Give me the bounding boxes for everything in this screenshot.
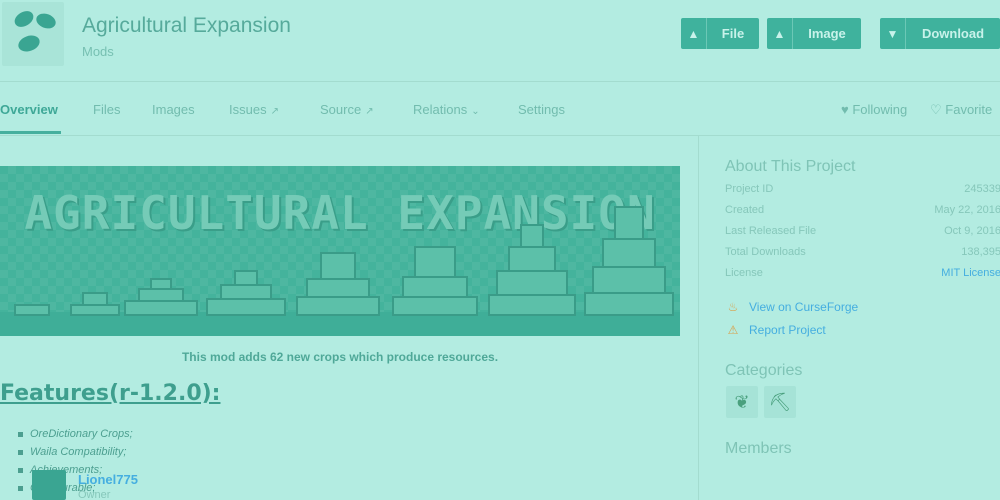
list-item: Waila Compatibility;	[18, 443, 133, 461]
arrow-up-icon: ▲	[681, 18, 707, 49]
bullet-icon	[18, 485, 23, 491]
about-row: Created May 22, 2016	[725, 204, 1000, 220]
tab-source[interactable]: Source ↗	[320, 102, 374, 117]
heart-icon: ♥	[841, 102, 849, 117]
project-sidebar: About This Project Project ID 245339 Cre…	[698, 136, 1000, 500]
tab-relations[interactable]: Relations ⌄	[413, 102, 480, 117]
about-label: Last Released File	[725, 225, 817, 237]
about-label: License	[725, 267, 763, 279]
favorite-toggle[interactable]: ♡ Favorite	[930, 102, 992, 118]
crop-sprite	[10, 298, 54, 316]
project-intro: This mod adds 62 new crops which produce…	[181, 350, 499, 364]
chevron-down-icon: ⌄	[471, 106, 480, 117]
view-on-curseforge-link[interactable]: ♨ View on CurseForge	[725, 300, 859, 314]
crop-sprite	[488, 222, 576, 316]
follow-label: Following	[852, 102, 908, 117]
about-row: Project ID 245339	[725, 183, 1000, 199]
pickaxe-category-icon[interactable]: ⛏	[764, 386, 796, 418]
download-button[interactable]: ▼ Download	[880, 18, 1000, 49]
upload-image-button[interactable]: ▲ Image	[767, 18, 861, 49]
tab-source-label: Source	[320, 102, 362, 117]
about-heading: About This Project	[725, 158, 856, 175]
about-row: License MIT License	[725, 267, 1000, 283]
project-header: Agricultural Expansion Mods ▲ File ▲ Ima…	[0, 0, 1000, 82]
tab-overview[interactable]: Overview	[0, 102, 58, 117]
bullet-icon	[18, 449, 23, 455]
project-nav: Overview Files Images Issues ↗ Source ↗ Re…	[0, 82, 1000, 136]
warning-icon: ⚠	[727, 323, 739, 337]
tab-files[interactable]: Files	[93, 102, 120, 117]
banner-title: AGRICULTURAL EXPANSION	[24, 186, 656, 240]
avatar[interactable]	[32, 470, 66, 500]
flame-icon: ♨	[727, 300, 739, 314]
arrow-up-icon: ▲	[767, 18, 793, 49]
bullet-icon	[18, 431, 23, 437]
about-label: Project ID	[725, 183, 774, 195]
bullet-icon	[18, 467, 23, 473]
project-banner-image: AGRICULTURAL EXPANSION	[0, 166, 680, 336]
about-row: Total Downloads 138,395	[725, 246, 1000, 262]
about-row: Last Released File Oct 9, 2016	[725, 225, 1000, 241]
follow-toggle[interactable]: ♥ Following	[841, 102, 907, 117]
tab-settings[interactable]: Settings	[518, 102, 565, 117]
list-item: OreDictionary Crops;	[18, 425, 133, 443]
download-label: Download	[921, 26, 985, 41]
upload-file-button[interactable]: ▲ File	[681, 18, 759, 49]
arrow-down-icon: ▼	[880, 18, 906, 49]
external-link-icon: ↗	[365, 106, 374, 117]
members-heading: Members	[725, 440, 792, 457]
crop-sprite	[296, 250, 380, 316]
crop-sprite	[584, 204, 674, 316]
project-logo	[2, 2, 64, 66]
features-heading: Features(r-1.2.0):	[0, 381, 221, 406]
about-value: Oct 9, 2016	[944, 225, 1000, 237]
view-link-label: View on CurseForge	[749, 300, 859, 314]
about-value: 138,395	[961, 246, 1000, 258]
about-label: Created	[725, 204, 765, 216]
tab-relations-label: Relations	[413, 102, 468, 117]
report-link-label: Report Project	[749, 323, 826, 337]
heart-outline-icon: ♡	[930, 102, 942, 117]
tab-issues-label: Issues	[229, 102, 267, 117]
leaf-category-icon[interactable]: ❦	[726, 386, 758, 418]
about-label: Total Downloads	[725, 246, 806, 258]
project-title: Agricultural Expansion	[82, 14, 291, 37]
report-project-link[interactable]: ⚠ Report Project	[725, 323, 826, 337]
upload-file-label: File	[721, 26, 745, 41]
upload-image-label: Image	[808, 26, 846, 41]
crop-sprite	[392, 244, 478, 316]
favorite-label: Favorite	[945, 102, 993, 117]
crop-sprite	[206, 268, 286, 316]
project-category: Mods	[82, 44, 114, 59]
about-value: 245339	[964, 183, 1000, 195]
crop-sprite	[70, 290, 120, 316]
license-link[interactable]: MIT License	[941, 267, 1000, 279]
crop-sprite	[124, 276, 198, 316]
categories-heading: Categories	[725, 362, 803, 379]
about-value: May 22, 2016	[934, 204, 1000, 216]
member-role: Owner	[78, 489, 111, 500]
member-name-link[interactable]: Lionel775	[78, 472, 138, 487]
external-link-icon: ↗	[270, 106, 279, 117]
tab-images[interactable]: Images	[152, 102, 195, 117]
tab-issues[interactable]: Issues ↗	[229, 102, 279, 117]
active-tab-indicator	[0, 131, 61, 134]
